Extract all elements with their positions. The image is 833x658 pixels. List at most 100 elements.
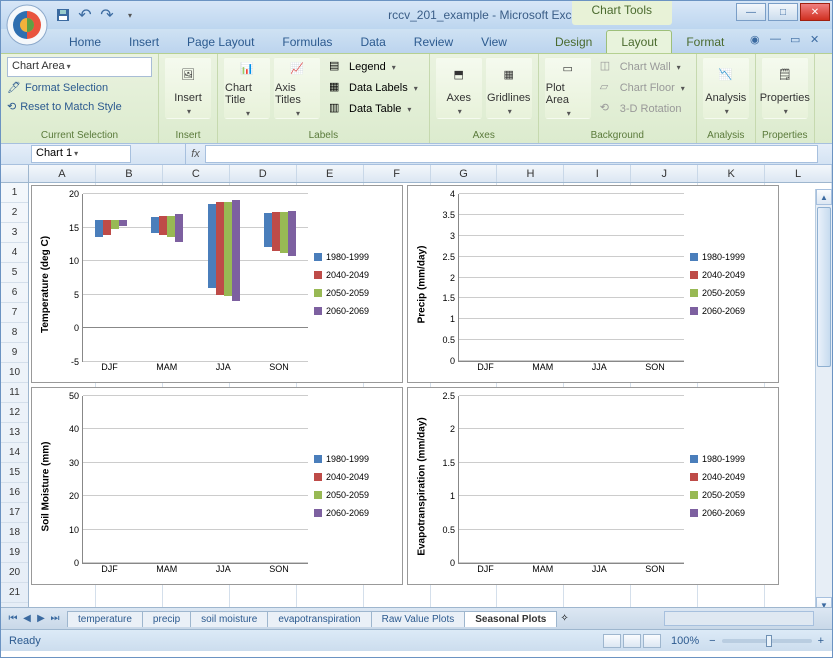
tab-data[interactable]: Data [346,31,399,53]
row-header[interactable]: 12 [1,403,28,423]
reset-style-button[interactable]: ⟲Reset to Match Style [7,98,122,115]
sheet-tab[interactable]: soil moisture [190,611,268,627]
tab-next-icon[interactable]: ▶ [35,613,47,625]
row-header[interactable]: 16 [1,483,28,503]
legend-button[interactable]: ▤Legend [324,57,423,77]
tab-prev-icon[interactable]: ◀ [21,613,33,625]
close-button[interactable]: ✕ [800,3,830,21]
tab-page-layout[interactable]: Page Layout [173,31,268,53]
chart-temperature[interactable]: Temperature (deg C)-505101520DJFMAMJJASO… [31,185,403,383]
col-header[interactable]: A [29,165,96,182]
row-header[interactable]: 21 [1,583,28,603]
chart-element-dropdown[interactable]: Chart Area [7,57,152,77]
row-header[interactable]: 19 [1,543,28,563]
col-header[interactable]: B [96,165,163,182]
chart-evapotranspiration[interactable]: Evapotranspiration (mm/day)00.511.522.5D… [407,387,779,585]
chart-wall-button[interactable]: ◫Chart Wall [595,57,690,77]
col-header[interactable]: D [230,165,297,182]
horizontal-scrollbar[interactable] [664,611,814,626]
help-icon[interactable]: ◉ [750,33,764,47]
zoom-level[interactable]: 100% [671,635,699,647]
mdi-minimize-icon[interactable]: — [770,33,784,47]
col-header[interactable]: K [698,165,765,182]
format-selection-button[interactable]: 🖊Format Selection [7,79,108,96]
zoom-slider[interactable] [722,639,812,643]
chart-soil-moisture[interactable]: Soil Moisture (mm)01020304050DJFMAMJJASO… [31,387,403,585]
scroll-thumb[interactable] [817,207,831,367]
gridlines-button[interactable]: ▦Gridlines [486,57,532,119]
row-header[interactable]: 8 [1,323,28,343]
name-box[interactable]: Chart 1 [31,145,131,163]
tab-insert[interactable]: Insert [115,31,173,53]
row-header[interactable]: 14 [1,443,28,463]
page-layout-view-button[interactable] [623,634,641,648]
insert-button[interactable]: 🖼Insert [165,57,211,119]
axes-button[interactable]: ⬒Axes [436,57,482,119]
row-header[interactable]: 7 [1,303,28,323]
row-header[interactable]: 3 [1,223,28,243]
row-header[interactable]: 20 [1,563,28,583]
data-table-button[interactable]: ▥Data Table [324,99,423,119]
tab-first-icon[interactable]: ⏮ [7,613,19,625]
tab-review[interactable]: Review [400,31,467,53]
normal-view-button[interactable] [603,634,621,648]
sheet-tab[interactable]: evapotranspiration [267,611,371,627]
minimize-button[interactable]: — [736,3,766,21]
vertical-scrollbar[interactable]: ▲ ▼ [815,189,832,613]
select-all-corner[interactable] [1,165,29,182]
col-header[interactable]: G [431,165,498,182]
row-header[interactable]: 10 [1,363,28,383]
properties-button[interactable]: 🗒Properties [762,57,808,119]
tab-home[interactable]: Home [55,31,115,53]
chart-title-button[interactable]: 📊Chart Title [224,57,270,119]
row-header[interactable]: 1 [1,183,28,203]
analysis-button[interactable]: 📉Analysis [703,57,749,119]
zoom-thumb[interactable] [766,635,772,647]
col-header[interactable]: I [564,165,631,182]
mdi-restore-icon[interactable]: ▭ [790,33,804,47]
row-header[interactable]: 15 [1,463,28,483]
maximize-button[interactable]: □ [768,3,798,21]
page-break-view-button[interactable] [643,634,661,648]
row-header[interactable]: 5 [1,263,28,283]
fx-icon[interactable]: fx [185,144,205,164]
scroll-up-icon[interactable]: ▲ [816,189,832,205]
col-header[interactable]: J [631,165,698,182]
redo-icon[interactable]: ↷ [99,7,115,23]
office-button[interactable] [5,3,49,47]
chart-precip[interactable]: Precip (mm/day)00.511.522.533.54DJFMAMJJ… [407,185,779,383]
tab-last-icon[interactable]: ⏭ [49,613,61,625]
mdi-close-icon[interactable]: ✕ [810,33,824,47]
row-header[interactable]: 4 [1,243,28,263]
formula-input[interactable] [205,145,818,163]
tab-format[interactable]: Format [672,31,738,53]
sheet-tab[interactable]: precip [142,611,191,627]
new-sheet-icon[interactable]: ✧ [560,613,568,624]
zoom-out-button[interactable]: − [709,635,715,647]
row-header[interactable]: 17 [1,503,28,523]
sheet-tab[interactable]: temperature [67,611,143,627]
row-header[interactable]: 18 [1,523,28,543]
data-labels-button[interactable]: ▦Data Labels [324,78,423,98]
save-icon[interactable] [55,7,71,23]
rotation-button[interactable]: ⟲3-D Rotation [595,99,690,119]
tab-view[interactable]: View [467,31,521,53]
chart-floor-button[interactable]: ▱Chart Floor [595,78,690,98]
row-header[interactable]: 2 [1,203,28,223]
col-header[interactable]: L [765,165,832,182]
zoom-in-button[interactable]: + [818,635,824,647]
col-header[interactable]: F [364,165,431,182]
col-header[interactable]: E [297,165,364,182]
plot-area-button[interactable]: ▭Plot Area [545,57,591,119]
axis-titles-button[interactable]: 📈Axis Titles [274,57,320,119]
tab-formulas[interactable]: Formulas [268,31,346,53]
sheet-tab[interactable]: Raw Value Plots [371,611,466,627]
tab-layout[interactable]: Layout [606,30,672,53]
row-header[interactable]: 11 [1,383,28,403]
col-header[interactable]: C [163,165,230,182]
col-header[interactable]: H [497,165,564,182]
qat-customize-icon[interactable] [121,7,137,23]
tab-design[interactable]: Design [541,31,606,53]
sheet-tab[interactable]: Seasonal Plots [464,611,557,627]
cells-area[interactable]: Temperature (deg C)-505101520DJFMAMJJASO… [29,183,832,607]
